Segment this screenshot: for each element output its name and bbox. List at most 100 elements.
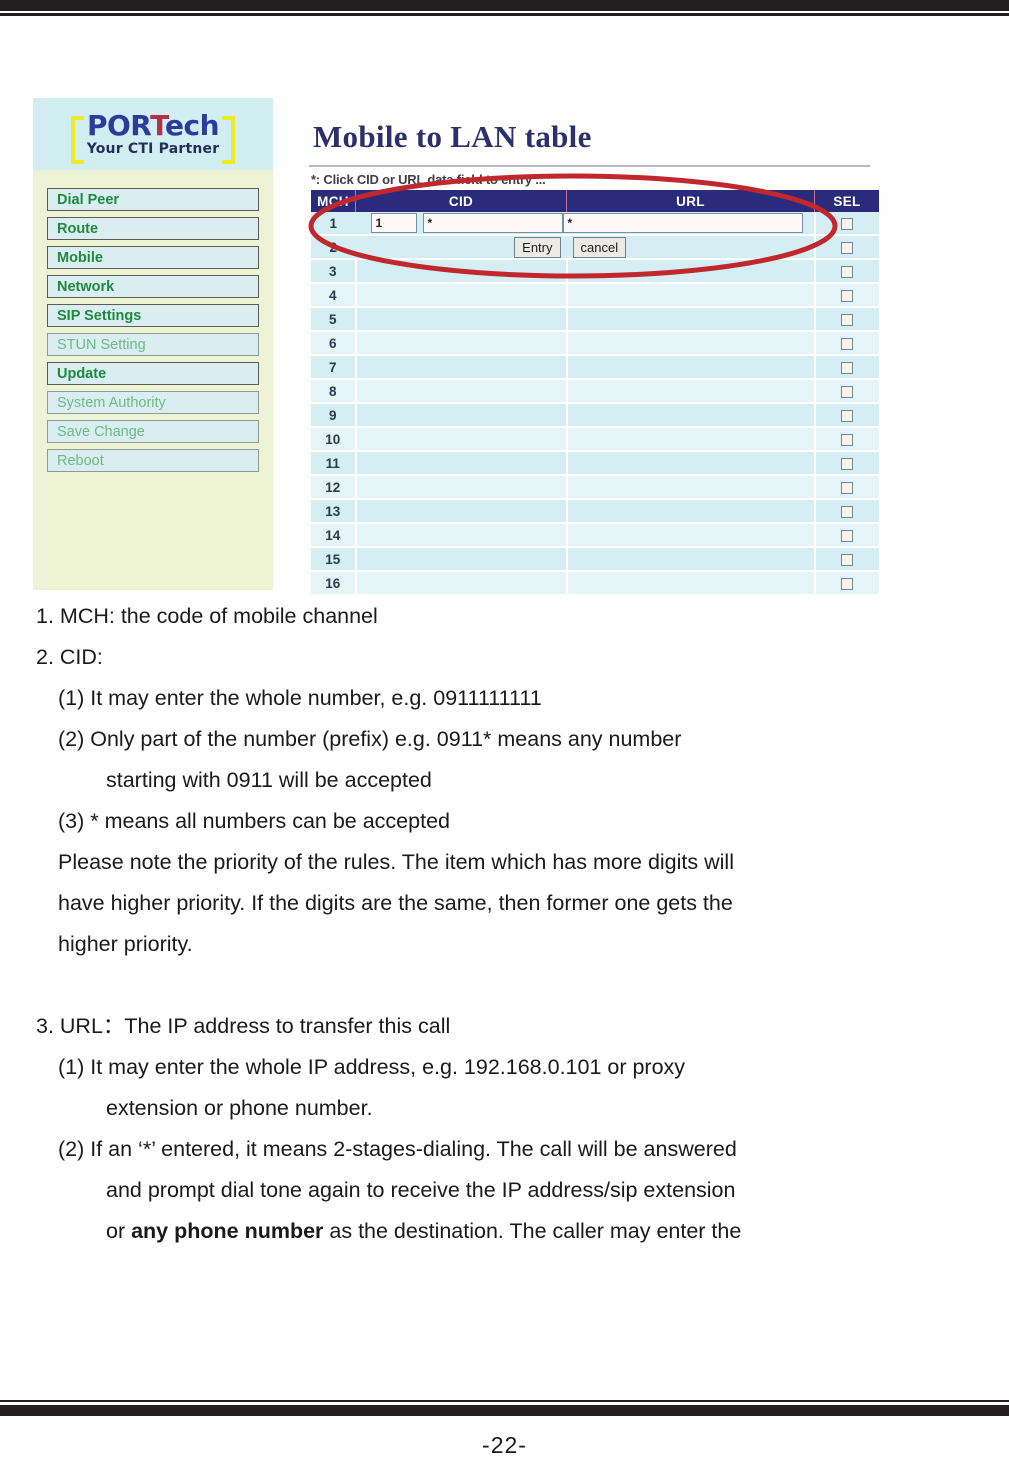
mch-input[interactable]: 1 [370,213,417,233]
cell-cid[interactable] [354,547,568,572]
select-checkbox[interactable] [841,289,854,302]
select-checkbox[interactable] [841,385,854,398]
entry-button[interactable]: Entry [514,236,561,258]
router-sidebar: PORTech Your CTI Partner Dial Peer Route… [33,98,273,590]
column-header-sel: SEL [814,190,879,212]
sidebar-item-network[interactable]: Network [47,275,259,298]
cell-url[interactable] [565,283,816,308]
select-checkbox[interactable] [841,577,854,590]
cell-sel[interactable] [813,499,879,524]
cid-input[interactable]: * [422,213,563,233]
sidebar-item-mobile[interactable]: Mobile [47,246,259,269]
cell-url[interactable] [565,403,816,428]
sidebar-item-route[interactable]: Route [47,217,259,240]
table-header-row: MCH CID URL SEL [311,190,879,212]
cell-sel[interactable] [813,379,879,404]
sidebar-item-dial-peer[interactable]: Dial Peer [47,188,259,211]
cell-cid[interactable] [354,403,568,428]
cell-url[interactable] [565,499,816,524]
cell-sel[interactable] [813,523,879,548]
cell-sel[interactable] [813,307,879,332]
cell-sel-1[interactable] [813,212,879,236]
logo-part-por: POR [86,108,151,142]
select-checkbox[interactable] [841,433,854,446]
cell-sel[interactable] [813,355,879,380]
cell-mch: 4 [311,283,356,308]
cell-url[interactable] [565,355,816,380]
cell-mch: 8 [311,379,356,404]
cell-sel[interactable] [813,331,879,356]
cell-cid[interactable] [354,283,568,308]
table-row-buttons: 2 Entry cancel [311,235,879,260]
select-checkbox[interactable] [841,409,854,422]
cell-url[interactable] [565,307,816,332]
select-checkbox[interactable] [841,265,854,278]
cell-sel[interactable] [813,571,879,596]
cell-cid[interactable] [354,427,568,452]
cell-cid[interactable] [354,451,568,476]
cell-cid[interactable] [354,379,568,404]
select-checkbox[interactable] [841,313,854,326]
sidebar-item-update[interactable]: Update [47,362,259,385]
cell-url[interactable] [565,475,816,500]
cell-sel[interactable] [813,475,879,500]
cell-cid[interactable] [354,499,568,524]
cell-sel[interactable] [813,403,879,428]
copy-paragraph-gap [36,965,976,1006]
column-header-mch: MCH [311,190,356,212]
cell-url[interactable] [565,331,816,356]
sidebar-item-save-change[interactable]: Save Change [47,420,259,443]
select-checkbox[interactable] [841,337,854,350]
select-checkbox[interactable] [841,553,854,566]
sidebar-item-stun-setting[interactable]: STUN Setting [47,333,259,356]
page-rule-top [0,0,1009,16]
copy-item-2-2: (2) Only part of the number (prefix) e.g… [58,727,682,751]
cell-url[interactable] [565,571,816,596]
copy-item-3-1: (1) It may enter the whole IP address, e… [58,1055,686,1079]
cell-cid[interactable] [354,523,568,548]
sidebar-item-reboot[interactable]: Reboot [47,449,259,472]
sidebar-item-sip-settings[interactable]: SIP Settings [47,304,259,327]
select-checkbox[interactable] [841,217,854,230]
cell-sel[interactable] [813,451,879,476]
cell-cid[interactable] [354,307,568,332]
cell-sel[interactable] [813,283,879,308]
select-checkbox[interactable] [841,241,854,254]
cancel-button[interactable]: cancel [572,236,627,258]
sidebar-item-system-authority[interactable]: System Authority [47,391,259,414]
cell-cid[interactable] [354,331,568,356]
table-row: 15 [311,547,879,572]
logo-tagline: Your CTI Partner [86,140,220,157]
select-checkbox[interactable] [841,457,854,470]
cell-url[interactable] [565,379,816,404]
copy-item-3: 3. URL：The IP address to transfer this c… [36,1014,451,1038]
cell-sel-2[interactable] [813,235,879,260]
cell-cid[interactable] [354,475,568,500]
cell-url[interactable] [565,523,816,548]
cell-mch: 12 [311,475,356,500]
screenshot-figure: PORTech Your CTI Partner Dial Peer Route… [33,98,879,596]
cell-sel[interactable] [813,547,879,572]
cell-sel[interactable] [813,427,879,452]
copy-item-3-2-cont-2: or any phone number as the destination. … [36,1211,976,1252]
rule-thin-bar [0,13,1009,16]
cell-url[interactable] [565,451,816,476]
cell-sel[interactable] [813,259,879,284]
cell-cid[interactable] [354,259,568,284]
cell-mch: 10 [311,427,356,452]
cell-cid[interactable] [354,355,568,380]
cell-url[interactable] [565,427,816,452]
select-checkbox[interactable] [841,505,854,518]
table-row: 8 [311,379,879,404]
select-checkbox[interactable] [841,481,854,494]
table-row: 11 [311,451,879,476]
table-hint-text: *: Click CID or URL data field to entry … [311,172,546,187]
body-copy: 1. MCH: the code of mobile channel 2. CI… [36,596,976,1252]
cell-url[interactable] [565,547,816,572]
select-checkbox[interactable] [841,529,854,542]
cell-url[interactable] [565,259,816,284]
url-input[interactable]: * [562,213,803,233]
cell-cid[interactable] [354,571,568,596]
select-checkbox[interactable] [841,361,854,374]
copy-item-2-3: (3) * means all numbers can be accepted [58,809,450,833]
